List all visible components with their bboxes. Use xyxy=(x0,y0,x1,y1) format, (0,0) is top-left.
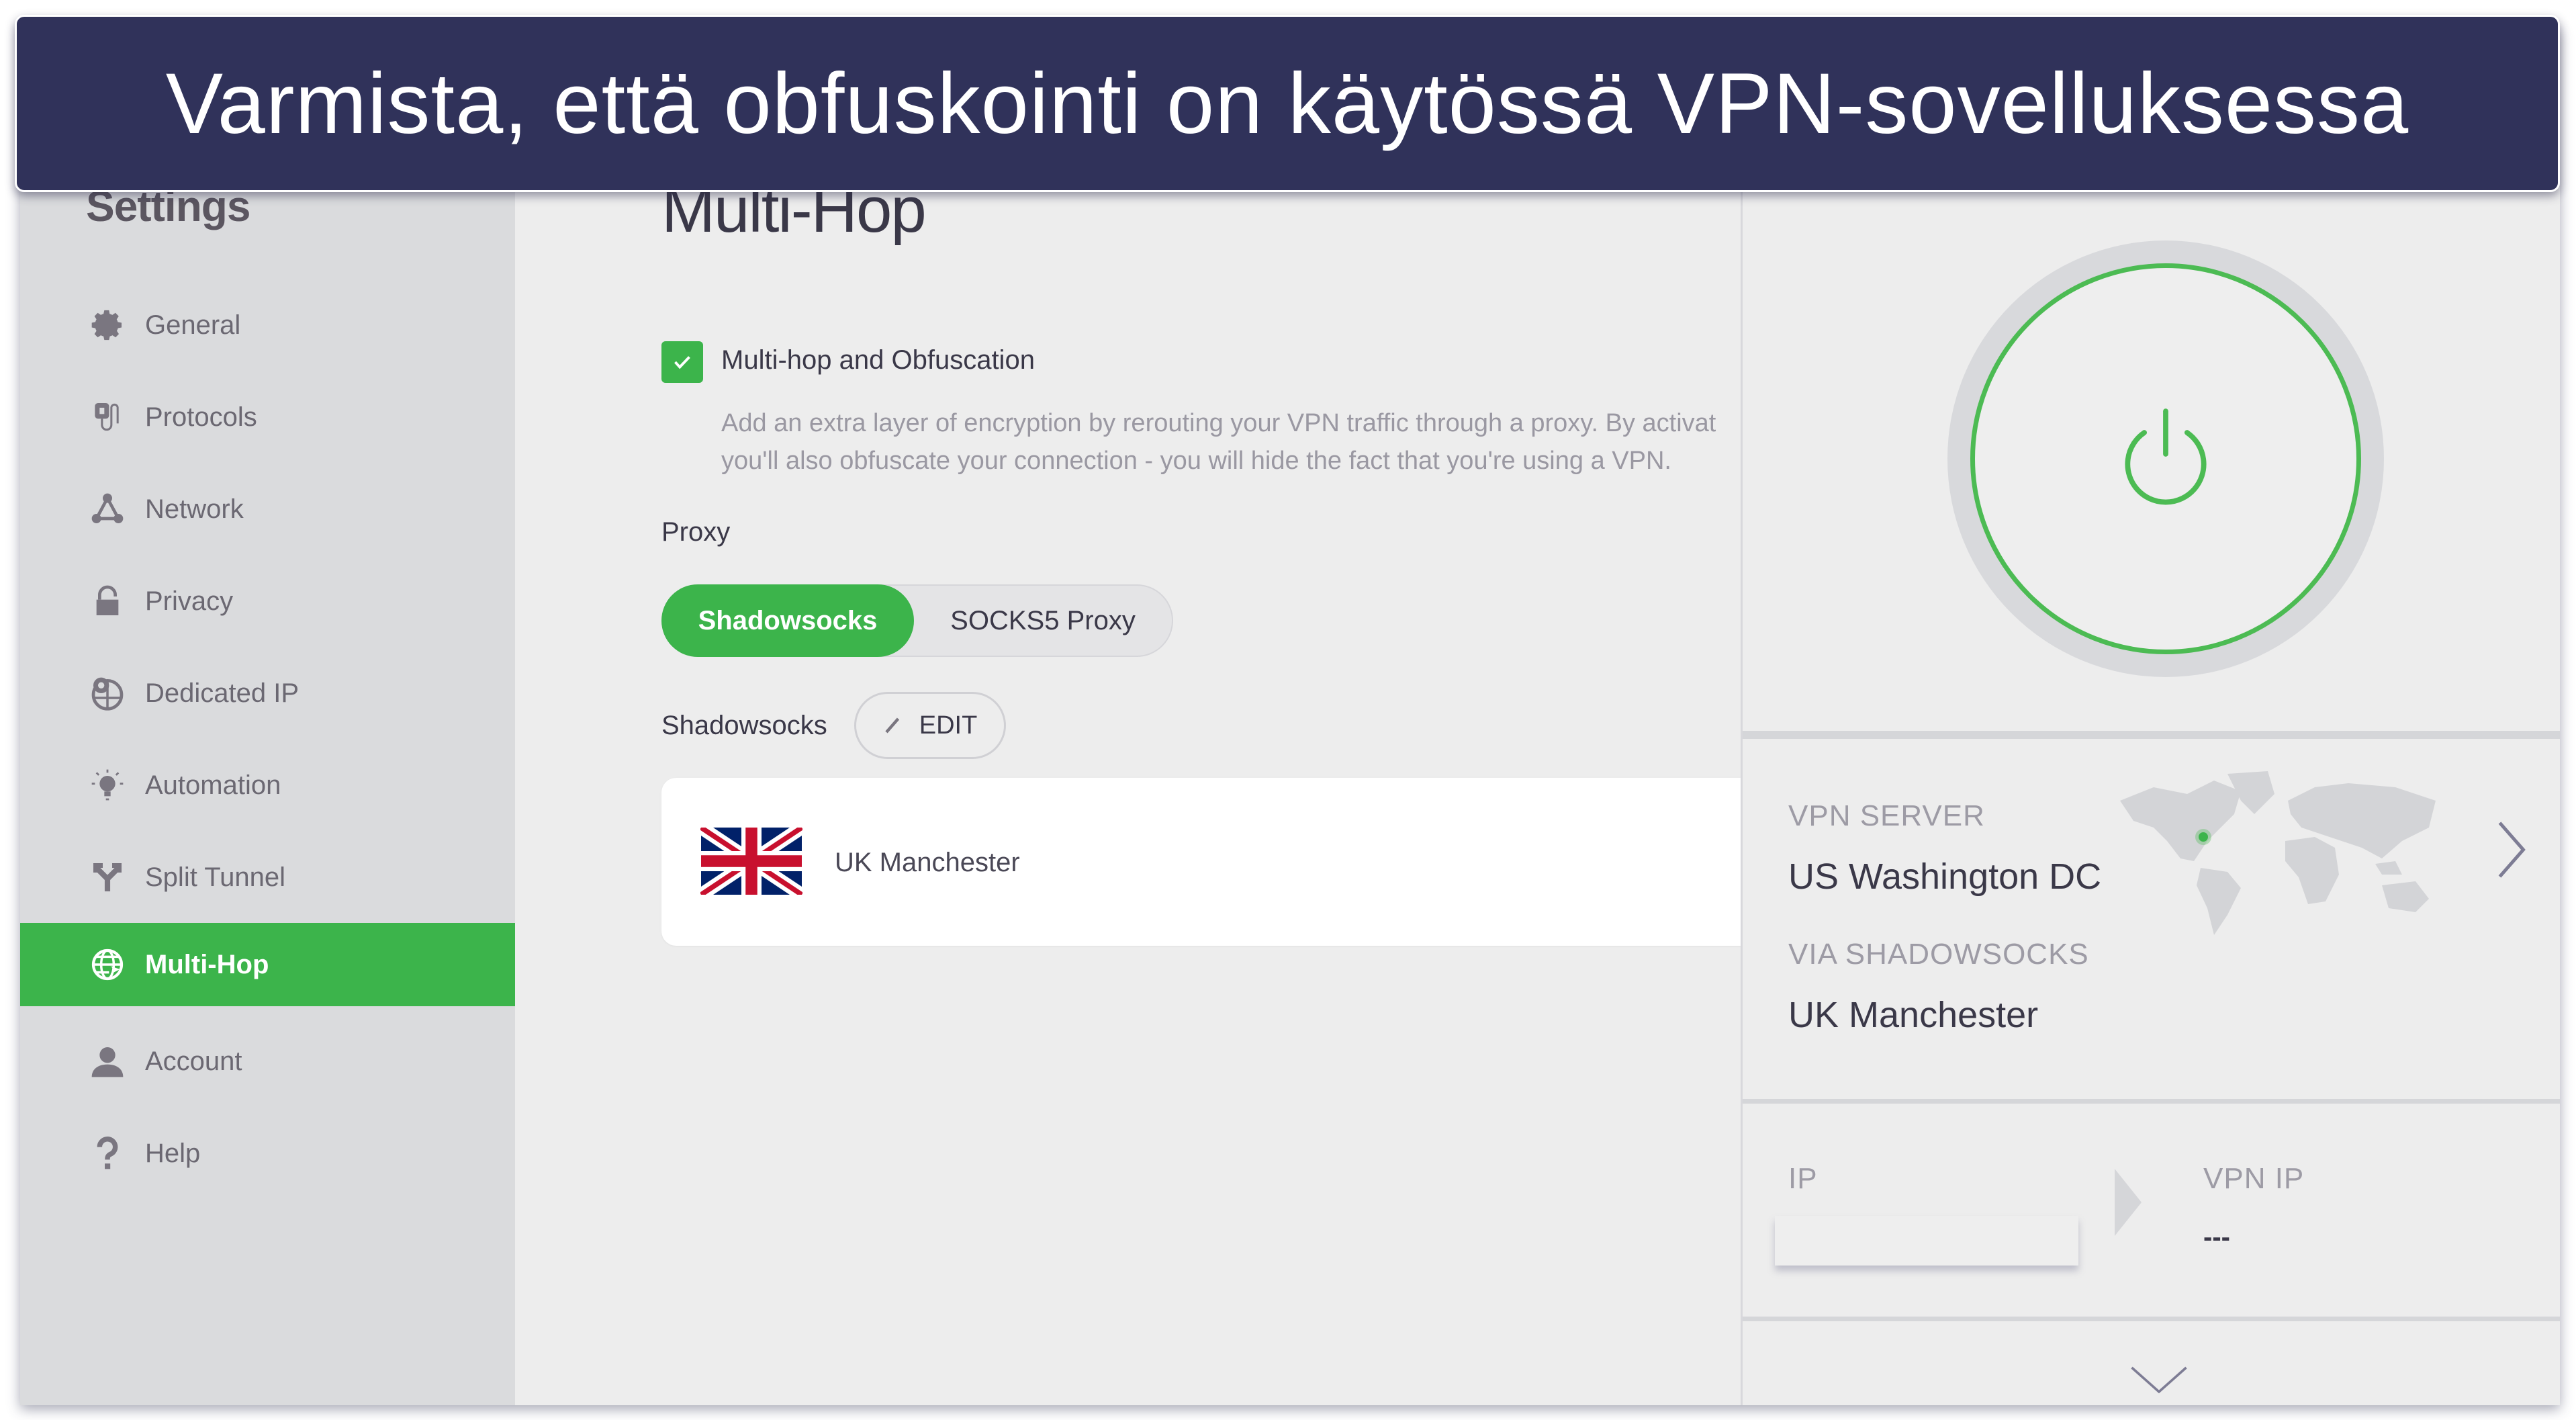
sidebar-item-privacy[interactable]: Privacy xyxy=(20,560,515,643)
via-value: UK Manchester xyxy=(1788,995,2039,1035)
split-arrow-icon xyxy=(87,857,128,897)
proxy-server-name: UK Manchester xyxy=(835,848,1020,877)
ip-value xyxy=(1775,1216,2078,1266)
via-label: VIA SHADOWSOCKS xyxy=(1788,938,2089,971)
shadowsocks-label: Shadowsocks xyxy=(661,711,827,740)
description-line: you'll also obfuscate your connection - … xyxy=(721,447,1671,475)
divider xyxy=(1743,731,2560,739)
sidebar-item-general[interactable]: General xyxy=(20,283,515,367)
question-icon xyxy=(87,1133,128,1173)
sidebar: Settings General Protocols Network Priva… xyxy=(20,27,515,1405)
sidebar-item-help[interactable]: Help xyxy=(20,1112,515,1195)
multi-hop-checkbox-label[interactable]: Multi-hop and Obfuscation xyxy=(721,345,1035,375)
sidebar-item-label: Dedicated IP xyxy=(145,678,300,708)
globe-pin-icon xyxy=(87,673,128,713)
lightbulb-icon xyxy=(87,765,128,805)
connection-panel: VPN SERVER US Washington DC VIA SHADOWSO… xyxy=(1741,27,2560,1405)
divider xyxy=(1743,1317,2560,1321)
pencil-icon xyxy=(885,717,899,734)
sidebar-item-account[interactable]: Account xyxy=(20,1020,515,1103)
sidebar-item-label: Privacy xyxy=(145,586,234,616)
sidebar-item-label: Automation xyxy=(145,770,281,800)
vpn-server-value: US Washington DC xyxy=(1788,856,2102,897)
multi-hop-checkbox[interactable] xyxy=(661,341,703,383)
ip-label: IP xyxy=(1788,1162,1818,1195)
proxy-server-card[interactable]: UK Manchester xyxy=(661,778,1803,946)
power-icon xyxy=(2125,408,2207,505)
vpn-ip-label: VPN IP xyxy=(2203,1162,2305,1195)
connect-button[interactable] xyxy=(1970,263,2361,654)
chevron-down-icon[interactable] xyxy=(2129,1364,2189,1396)
proxy-label: Proxy xyxy=(661,517,731,547)
edit-button-label: EDIT xyxy=(919,711,978,740)
gear-icon xyxy=(87,305,128,345)
globe-arrow-icon xyxy=(87,944,128,985)
sidebar-item-multi-hop[interactable]: Multi-Hop xyxy=(20,923,515,1006)
checkmark-icon xyxy=(674,356,690,369)
world-map-icon xyxy=(2120,771,2436,935)
edit-button[interactable]: EDIT xyxy=(854,692,1006,759)
sidebar-item-label: Help xyxy=(145,1138,201,1168)
vpn-server-label: VPN SERVER xyxy=(1788,799,1985,832)
proxy-option-shadowsocks[interactable]: Shadowsocks xyxy=(661,584,914,657)
plug-icon xyxy=(87,397,128,437)
vpn-ip-value: --- xyxy=(2203,1223,2230,1252)
caption-banner: Varmista, että obfuskointi on käytössä V… xyxy=(15,15,2560,192)
sidebar-item-label: General xyxy=(145,310,241,340)
caption-text: Varmista, että obfuskointi on käytössä V… xyxy=(165,55,2409,152)
sidebar-item-label: Multi-Hop xyxy=(145,949,269,979)
arrow-right-icon xyxy=(2115,1169,2142,1236)
sidebar-item-protocols[interactable]: Protocols xyxy=(20,375,515,459)
sidebar-item-automation[interactable]: Automation xyxy=(20,744,515,827)
divider xyxy=(1743,1099,2560,1104)
uk-flag-icon xyxy=(700,828,802,895)
sidebar-item-label: Protocols xyxy=(145,402,257,432)
sidebar-item-dedicated-ip[interactable]: Dedicated IP xyxy=(20,652,515,735)
description-line: Add an extra layer of encryption by rero… xyxy=(721,409,1716,437)
sidebar-item-label: Network xyxy=(145,494,244,524)
network-icon xyxy=(87,489,128,529)
app-window: Settings General Protocols Network Priva… xyxy=(20,27,2560,1405)
sidebar-item-label: Split Tunnel xyxy=(145,862,286,892)
lock-icon xyxy=(87,581,128,621)
multi-hop-description: Add an extra layer of encryption by rero… xyxy=(721,404,1769,480)
user-icon xyxy=(87,1041,128,1081)
power-ring xyxy=(1947,240,2384,677)
proxy-option-socks5[interactable]: SOCKS5 Proxy xyxy=(914,586,1172,656)
sidebar-item-label: Account xyxy=(145,1046,242,1076)
proxy-selector: Shadowsocks SOCKS5 Proxy xyxy=(661,584,1173,657)
chevron-right-icon[interactable] xyxy=(2495,819,2528,880)
sidebar-item-split-tunnel[interactable]: Split Tunnel xyxy=(20,836,515,919)
main-content: Multi-Hop Multi-hop and Obfuscation Add … xyxy=(515,27,1803,1405)
sidebar-item-network[interactable]: Network xyxy=(20,468,515,551)
